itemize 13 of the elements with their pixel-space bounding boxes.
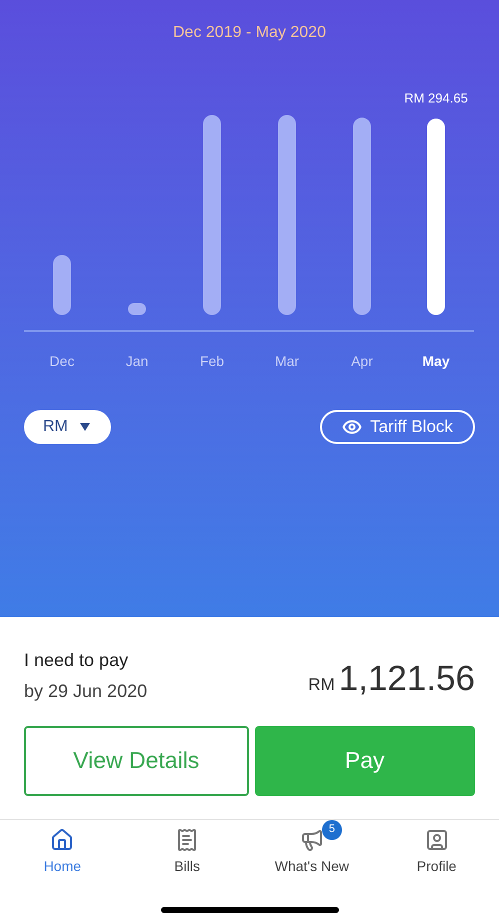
currency-label: RM	[308, 674, 335, 696]
month-label: Jan	[126, 353, 148, 369]
month-label: Feb	[200, 353, 224, 369]
month-label: Apr	[351, 353, 373, 369]
due-date: by 29 Jun 2020	[24, 680, 148, 703]
period-label: Dec 2019 - May 2020	[173, 23, 326, 43]
notification-badge: 5	[322, 820, 342, 840]
month-label: May	[422, 353, 450, 369]
month-label: Mar	[274, 353, 300, 369]
month-label: Dec	[50, 353, 74, 369]
value-label: RM 294.65	[404, 90, 468, 106]
payment-title: I need to pay	[24, 649, 130, 672]
amount-due: 1,121.56	[338, 658, 475, 700]
